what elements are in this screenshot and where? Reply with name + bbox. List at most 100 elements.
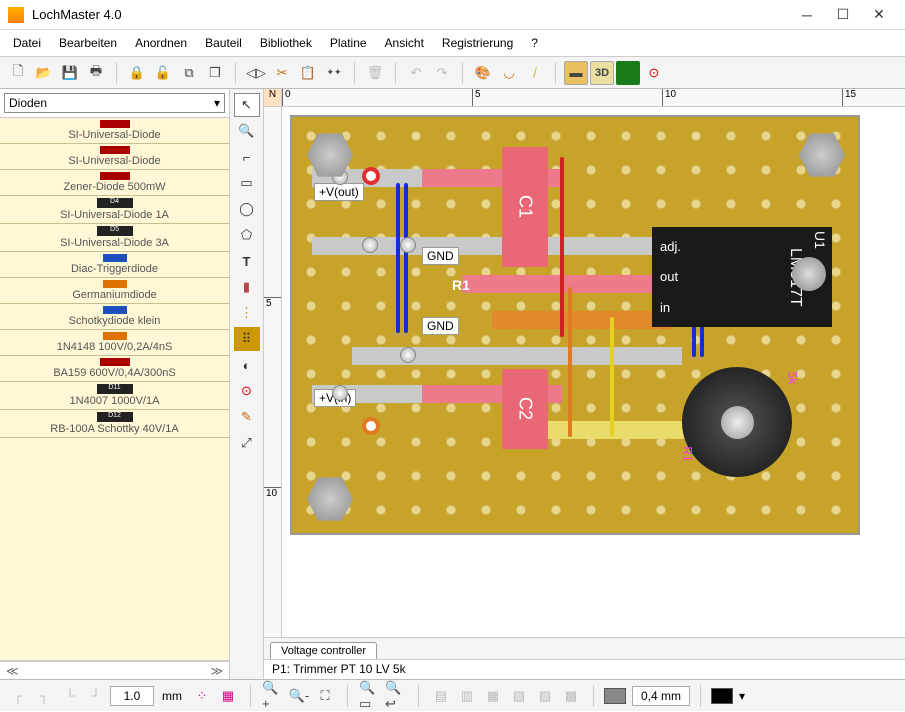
menu-bibliothek[interactable]: Bibliothek xyxy=(253,33,319,53)
layerstack3-button[interactable]: ▦ xyxy=(481,684,505,708)
save-button[interactable]: 💾 xyxy=(58,61,82,85)
layerstack5-button[interactable]: ▨ xyxy=(533,684,557,708)
board-view-button[interactable] xyxy=(616,61,640,85)
menu-registrierung[interactable]: Registrierung xyxy=(435,33,520,53)
delete-button[interactable]: 🗑 xyxy=(363,61,387,85)
ruler-corner[interactable]: N xyxy=(264,89,282,106)
trace-width-label[interactable]: 0,4 mm xyxy=(632,686,690,706)
pie-tool[interactable]: ◐ xyxy=(234,353,260,377)
pad-row-tool[interactable]: ⋮ xyxy=(234,301,260,325)
solder-pad[interactable] xyxy=(362,417,380,435)
scroll-left-icon[interactable]: ≪ xyxy=(6,664,19,678)
menu-anordnen[interactable]: Anordnen xyxy=(128,33,194,53)
zoom-fit-button[interactable]: ⛶ xyxy=(313,684,337,708)
text-tool[interactable]: T xyxy=(234,249,260,273)
minimize-button[interactable]: ─ xyxy=(789,3,825,27)
label-gnd1[interactable]: GND xyxy=(422,247,459,265)
unlock-button[interactable]: 🔓 xyxy=(151,61,175,85)
target-button[interactable]: ⊙ xyxy=(642,61,666,85)
grid-dots-button[interactable]: ⁘ xyxy=(190,684,214,708)
mirror-h-button[interactable]: ◁▷ xyxy=(244,61,268,85)
solder-pad[interactable] xyxy=(400,347,416,363)
menu-platine[interactable]: Platine xyxy=(323,33,374,53)
duplicate-button[interactable]: ❐ xyxy=(203,61,227,85)
zoom-tool[interactable]: 🔍 xyxy=(234,119,260,143)
capacitor-c1[interactable]: C1 xyxy=(502,147,548,267)
menu-bearbeiten[interactable]: Bearbeiten xyxy=(52,33,124,53)
palette-button[interactable]: 🎨 xyxy=(471,61,495,85)
list-item[interactable]: Schotkydiode klein xyxy=(0,304,229,330)
color-swatch-gray[interactable] xyxy=(604,688,626,704)
list-item[interactable]: 1N4148 100V/0,2A/4nS xyxy=(0,330,229,356)
grid-lines-button[interactable]: ▦ xyxy=(216,684,240,708)
solder-pad[interactable] xyxy=(400,237,416,253)
new-button[interactable]: 🗋 xyxy=(6,61,30,85)
snap3-button[interactable]: └ xyxy=(58,684,82,708)
maximize-button[interactable]: ☐ xyxy=(825,3,861,27)
cut-button[interactable]: ✂ xyxy=(270,61,294,85)
layerstack2-button[interactable]: ▥ xyxy=(455,684,479,708)
parts-list[interactable]: SI-Universal-Diode SI-Universal-Diode Ze… xyxy=(0,117,229,661)
label-r1[interactable]: R1 xyxy=(452,277,470,293)
list-item[interactable]: D12RB-100A Schottky 40V/1A xyxy=(0,410,229,438)
layerstack6-button[interactable]: ▩ xyxy=(559,684,583,708)
snap4-button[interactable]: ┘ xyxy=(84,684,108,708)
ic-tool[interactable]: ▮ xyxy=(234,275,260,299)
list-item[interactable]: SI-Universal-Diode xyxy=(0,144,229,170)
menu-ansicht[interactable]: Ansicht xyxy=(378,33,431,53)
polygon-tool[interactable]: ⬠ xyxy=(234,223,260,247)
align-button[interactable]: ✦✦ xyxy=(322,61,346,85)
open-button[interactable]: 📂 xyxy=(32,61,56,85)
zoom-prev-button[interactable]: 🔍↩ xyxy=(384,684,408,708)
capacitor-c2[interactable]: C2 xyxy=(502,369,548,449)
undo-button[interactable]: ↶ xyxy=(404,61,428,85)
solder-pad[interactable] xyxy=(332,385,348,401)
circle-tool[interactable]: ◯ xyxy=(234,197,260,221)
color-swatch-black[interactable] xyxy=(711,688,733,704)
category-dropdown[interactable]: Dioden ▾ xyxy=(4,93,225,113)
close-button[interactable]: ✕ xyxy=(861,3,897,27)
redo-button[interactable]: ↷ xyxy=(430,61,454,85)
mounting-nut[interactable] xyxy=(306,475,354,523)
zoom-sel-button[interactable]: 🔍▭ xyxy=(358,684,382,708)
menu-help[interactable]: ? xyxy=(524,33,545,53)
zoom-in-button[interactable]: 🔍+ xyxy=(261,684,285,708)
polyline-tool[interactable]: ⌐ xyxy=(234,145,260,169)
stripboard[interactable]: /* generated below via JS-free repetitio… xyxy=(290,115,860,535)
menu-datei[interactable]: Datei xyxy=(6,33,48,53)
snap2-button[interactable]: ┐ xyxy=(32,684,56,708)
list-item[interactable]: Diac-Triggerdiode xyxy=(0,252,229,278)
print-button[interactable]: 🖶 xyxy=(84,61,108,85)
layerstack1-button[interactable]: ▤ xyxy=(429,684,453,708)
menu-bauteil[interactable]: Bauteil xyxy=(198,33,249,53)
pointer-tool[interactable]: ↖ xyxy=(234,93,260,117)
list-item[interactable]: D5SI-Universal-Diode 3A xyxy=(0,224,229,252)
trimmer-p1[interactable] xyxy=(682,367,792,477)
lock-button[interactable]: 🔒 xyxy=(125,61,149,85)
list-item[interactable]: BA159 600V/0,4A/300nS xyxy=(0,356,229,382)
snap1-button[interactable]: ┌ xyxy=(6,684,30,708)
label-vout[interactable]: +V(out) xyxy=(314,183,364,201)
pencil-tool[interactable]: ✎ xyxy=(234,405,260,429)
board-canvas[interactable]: /* generated below via JS-free repetitio… xyxy=(282,107,905,637)
3d-button[interactable]: 3D xyxy=(590,61,614,85)
list-item[interactable]: Zener-Diode 500mW xyxy=(0,170,229,196)
scroll-right-icon[interactable]: ≫ xyxy=(210,664,223,678)
grid-input[interactable] xyxy=(110,686,154,706)
chevron-down-icon[interactable]: ▾ xyxy=(739,689,745,703)
target-tool[interactable]: ⊙ xyxy=(234,379,260,403)
line-tool-button[interactable]: / xyxy=(523,61,547,85)
measure-tool[interactable]: ⤢ xyxy=(234,431,260,455)
list-item[interactable]: SI-Universal-Diode xyxy=(0,118,229,144)
parts-scrollbar[interactable]: ≪≫ xyxy=(0,661,229,679)
layer-button[interactable]: ▬ xyxy=(564,61,588,85)
list-item[interactable]: D4SI-Universal-Diode 1A xyxy=(0,196,229,224)
paste-button[interactable]: 📋 xyxy=(296,61,320,85)
copy-button[interactable]: ⧉ xyxy=(177,61,201,85)
solder-pad[interactable] xyxy=(362,237,378,253)
pad-grid-tool[interactable]: ⠿ xyxy=(234,327,260,351)
label-gnd2[interactable]: GND xyxy=(422,317,459,335)
list-item[interactable]: Germaniumdiode xyxy=(0,278,229,304)
zoom-out-button[interactable]: 🔍- xyxy=(287,684,311,708)
solder-pad[interactable] xyxy=(362,167,380,185)
